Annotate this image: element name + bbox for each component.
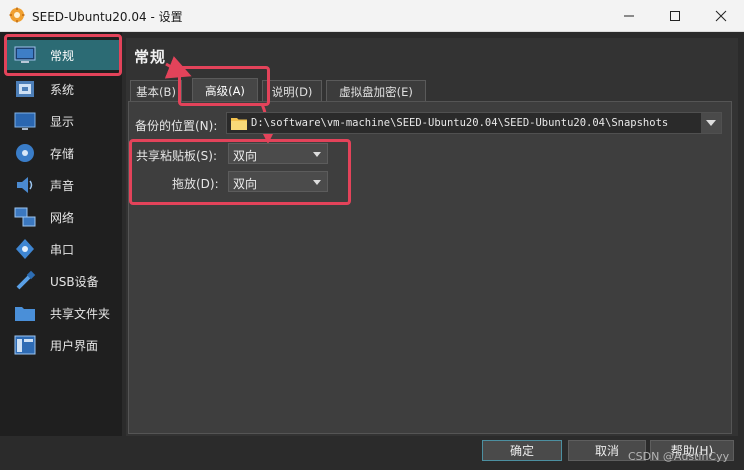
user-interface-icon	[14, 335, 36, 355]
csdn-watermark: CSDN @AustinCyy	[628, 450, 730, 463]
title-bar: SEED-Ubuntu20.04 - 设置	[0, 0, 744, 32]
tab-disk-encryption[interactable]: 虚拟盘加密(E)	[326, 80, 426, 102]
chevron-down-icon	[313, 152, 321, 157]
snapshot-folder-path: D:\software\vm-machine\SEED-Ubuntu20.04\…	[251, 117, 669, 129]
chevron-down-icon	[706, 120, 716, 126]
tab-basic[interactable]: 基本(B)	[130, 80, 182, 102]
tab-advanced[interactable]: 高级(A)	[192, 78, 258, 102]
snapshot-folder-selector[interactable]: D:\software\vm-machine\SEED-Ubuntu20.04\…	[226, 112, 722, 134]
drag-drop-select[interactable]: 双向	[228, 171, 328, 192]
sidebar-item-label: 声音	[50, 178, 75, 193]
shared-clipboard-value: 双向	[233, 149, 258, 163]
storage-disk-icon	[16, 144, 34, 162]
minimize-button[interactable]	[606, 0, 652, 32]
sidebar-item-usb[interactable]: USB设备	[6, 266, 120, 296]
minimize-icon	[624, 15, 634, 17]
general-monitor-icon	[14, 46, 36, 63]
window-title: SEED-Ubuntu20.04 - 设置	[32, 10, 183, 24]
maximize-icon	[670, 11, 680, 21]
sidebar-item-system[interactable]: 系统	[6, 74, 120, 104]
sidebar-item-user-interface[interactable]: 用户界面	[6, 330, 120, 360]
sidebar-item-shared-folders[interactable]: 共享文件夹	[6, 298, 120, 328]
chevron-down-icon	[313, 180, 321, 185]
sidebar-item-label: 系统	[50, 82, 75, 97]
shared-clipboard-label: 共享粘贴板(S):	[136, 149, 218, 163]
sidebar-item-serial[interactable]: 串口	[6, 234, 120, 264]
sidebar-item-audio[interactable]: 声音	[6, 170, 120, 200]
shared-clipboard-select[interactable]: 双向	[228, 143, 328, 164]
tab-description[interactable]: 说明(D)	[262, 80, 322, 102]
sidebar-item-label: USB设备	[50, 274, 99, 289]
sidebar-item-general[interactable]: 常规	[6, 40, 120, 70]
snapshot-folder-dropdown[interactable]	[701, 113, 721, 133]
sidebar-item-label: 共享文件夹	[50, 306, 111, 321]
settings-sidebar: 常规 系统 显示 存储 声音 网络 串口 USB设备 共享文件夹 用户界面	[0, 32, 122, 436]
folder-icon	[231, 118, 247, 130]
system-chip-icon	[16, 81, 34, 97]
sidebar-item-label: 显示	[50, 114, 75, 129]
sidebar-item-label: 常规	[50, 48, 75, 63]
close-icon	[715, 10, 727, 22]
network-icon	[14, 207, 36, 227]
drag-drop-value: 双向	[233, 177, 258, 191]
app-logo-icon	[9, 7, 25, 23]
snapshot-folder-label: 备份的位置(N):	[135, 119, 218, 133]
sidebar-item-storage[interactable]: 存储	[6, 138, 120, 168]
maximize-button[interactable]	[652, 0, 698, 32]
audio-speaker-icon	[17, 177, 33, 193]
tab-panel-advanced	[128, 101, 732, 434]
sidebar-item-label: 存储	[50, 146, 75, 161]
sidebar-item-label: 用户界面	[50, 338, 99, 353]
sidebar-item-network[interactable]: 网络	[6, 202, 120, 232]
serial-port-icon	[16, 239, 34, 259]
sidebar-item-display[interactable]: 显示	[6, 106, 120, 136]
ok-button[interactable]: 确定	[482, 440, 562, 461]
close-button[interactable]	[698, 0, 744, 32]
display-monitor-icon	[14, 112, 36, 130]
drag-drop-label: 拖放(D):	[172, 177, 219, 191]
sidebar-item-label: 串口	[50, 242, 75, 257]
page-title: 常规	[134, 48, 167, 66]
sidebar-item-label: 网络	[50, 210, 75, 225]
shared-folder-icon	[15, 307, 35, 321]
usb-icon	[16, 270, 36, 290]
